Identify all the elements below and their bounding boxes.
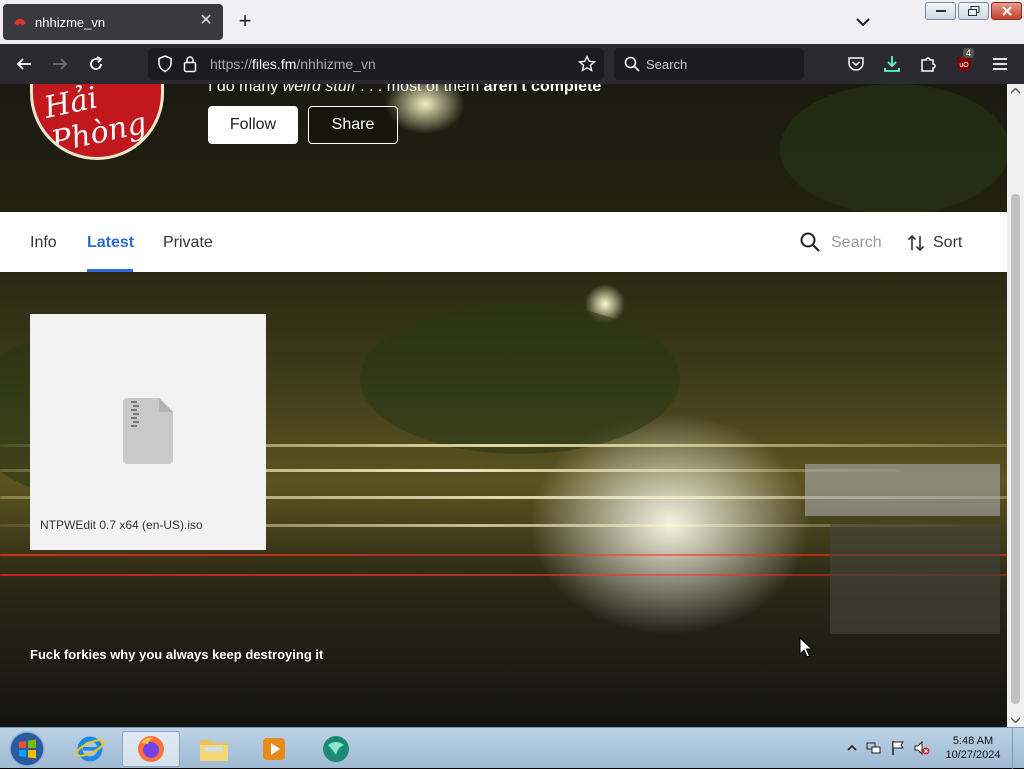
downloads-icon[interactable]: [882, 54, 902, 74]
lock-icon[interactable]: [183, 55, 197, 73]
browser-tab[interactable]: nhhizme_vn ✕: [3, 4, 223, 40]
minimize-button[interactable]: [925, 2, 956, 20]
svg-text:uO: uO: [959, 62, 969, 69]
taskbar: 5:48 AM 10/27/2024: [0, 727, 1024, 769]
show-desktop-button[interactable]: [1012, 728, 1024, 769]
system-clock[interactable]: 5:48 AM 10/27/2024: [938, 734, 1008, 762]
tab-latest[interactable]: Latest: [87, 234, 134, 252]
taskbar-app[interactable]: [310, 731, 362, 767]
pocket-icon[interactable]: [846, 54, 866, 74]
window-close-button[interactable]: [991, 2, 1022, 20]
clock-time: 5:48 AM: [952, 735, 994, 747]
scroll-up-icon[interactable]: [1011, 88, 1020, 94]
taskbar-file-explorer[interactable]: [188, 731, 240, 767]
browser-search-input[interactable]: Search: [614, 48, 804, 80]
windows-logo-icon: [9, 731, 45, 767]
bookmark-star-icon[interactable]: [578, 55, 596, 73]
share-button[interactable]: Share: [308, 106, 398, 144]
action-center-flag-icon[interactable]: [890, 740, 906, 756]
zip-file-icon: [123, 398, 173, 464]
volume-muted-icon[interactable]: [914, 740, 930, 756]
navigation-bar: https://files.fm/nhhizme_vn Search uO 4: [0, 44, 1024, 84]
internet-explorer-icon: [75, 736, 105, 762]
new-tab-icon[interactable]: +: [234, 10, 256, 32]
extension-badge: 4: [963, 48, 975, 58]
taskbar-firefox[interactable]: [122, 731, 180, 767]
folder-tabs-bar: Info Latest Private Search Sort: [0, 212, 1007, 272]
forward-icon[interactable]: [50, 54, 70, 74]
search-icon: [624, 56, 640, 72]
sort-arrows-icon[interactable]: [907, 234, 925, 252]
follow-button[interactable]: Follow: [208, 106, 298, 144]
vertical-scrollbar[interactable]: [1007, 84, 1024, 727]
files-search-input[interactable]: Search: [831, 234, 882, 252]
file-name: NTPWEdit 0.7 x64 (en-US).iso: [40, 518, 203, 532]
taskbar-internet-explorer[interactable]: [64, 731, 116, 767]
tab-info[interactable]: Info: [30, 234, 57, 252]
tracking-shield-icon[interactable]: [157, 55, 173, 73]
tab-bar: nhhizme_vn ✕ +: [0, 0, 1024, 44]
page-content: Hải Phòng I do many weird stuff . . . mo…: [0, 84, 1007, 727]
url-text[interactable]: https://files.fm/nhhizme_vn: [210, 56, 376, 72]
extensions-puzzle-icon[interactable]: [918, 54, 938, 74]
window-controls: [925, 2, 1022, 20]
folder-description: Fuck forkies why you always keep destroy…: [30, 647, 324, 662]
active-tab-underline: [87, 269, 133, 272]
taskbar-media-player[interactable]: [248, 731, 300, 767]
reload-icon[interactable]: [86, 54, 106, 74]
file-card[interactable]: NTPWEdit 0.7 x64 (en-US).iso: [30, 314, 266, 550]
back-icon[interactable]: [14, 54, 34, 74]
clock-date: 10/27/2024: [945, 749, 1001, 761]
tab-title: nhhizme_vn: [35, 14, 106, 30]
firefox-icon: [138, 736, 164, 762]
search-icon[interactable]: [800, 232, 820, 252]
mouse-cursor-icon: [799, 637, 813, 658]
menu-hamburger-icon[interactable]: [990, 54, 1010, 74]
app-globe-icon: [323, 736, 349, 762]
show-hidden-icons-chevron-icon[interactable]: [844, 740, 860, 756]
files-fm-favicon-icon: [13, 18, 27, 26]
scroll-down-icon[interactable]: [1011, 717, 1020, 723]
media-player-icon: [263, 738, 285, 760]
restore-button[interactable]: [958, 2, 989, 20]
tab-list-chevron-icon[interactable]: [853, 12, 873, 32]
sort-button[interactable]: Sort: [933, 234, 962, 252]
profile-tagline: I do many weird stuff . . . most of them…: [208, 84, 602, 95]
tab-private[interactable]: Private: [163, 234, 213, 252]
network-icon[interactable]: [866, 740, 882, 756]
scrollbar-thumb[interactable]: [1011, 194, 1020, 704]
start-button[interactable]: [2, 731, 52, 767]
url-bar[interactable]: https://files.fm/nhhizme_vn: [148, 48, 604, 80]
folder-icon: [200, 740, 228, 761]
tab-close-icon[interactable]: ✕: [197, 12, 215, 30]
